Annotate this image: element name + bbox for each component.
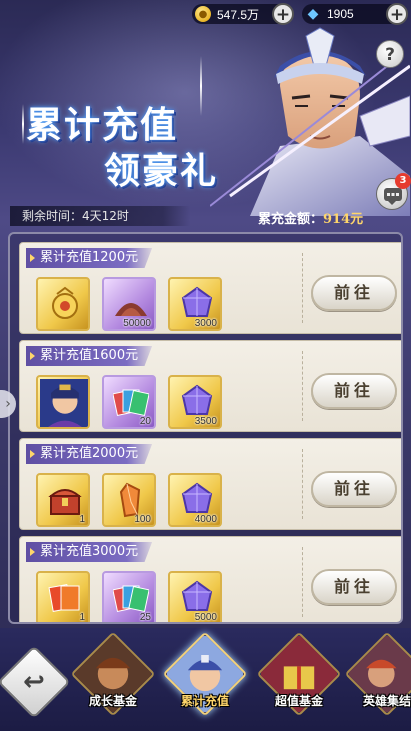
fire-cards-icon (48, 584, 80, 612)
diamond-icon: ◆ (307, 6, 319, 22)
gem-resource: ◆ 1905 + (302, 3, 408, 25)
goto-button[interactable]: 前往 (311, 373, 397, 409)
purple-crystal-icon (181, 286, 213, 317)
goto-button[interactable]: 前往 (311, 275, 397, 311)
reward-item[interactable]: 3000 (168, 277, 222, 331)
divider (302, 351, 303, 421)
gold-ornament-icon (52, 286, 78, 319)
reward-item[interactable]: 5000 (168, 571, 222, 623)
tab-growth-fund[interactable]: 成长基金 (70, 631, 156, 726)
reward-count: 100 (134, 514, 151, 525)
divider (302, 547, 303, 617)
treasure-chest-icon (48, 489, 82, 515)
reward-item[interactable]: 50000 (102, 277, 156, 331)
reward-item[interactable] (36, 375, 90, 429)
total-value: 914元 (323, 212, 364, 227)
tab-cumulative-recharge[interactable]: 累计充值 (162, 631, 248, 726)
reward-count: 50000 (123, 318, 151, 329)
reward-count: 1 (79, 514, 85, 525)
time-remaining: 剩余时间：4天12时 (10, 206, 190, 226)
reward-count: 3500 (194, 416, 217, 427)
reward-item[interactable]: 25 (102, 571, 156, 623)
divider (302, 253, 303, 323)
tab-hero-assemble[interactable]: 英雄集结 (344, 631, 411, 726)
top-bar: ● 547.5万 + ◆ 1905 + (0, 0, 411, 28)
goto-button[interactable]: 前往 (311, 471, 397, 507)
gold-value: 547.5万 (217, 7, 260, 22)
gold-resource: ● 547.5万 + (192, 3, 294, 25)
ore-pile-icon (115, 303, 147, 316)
hero-portrait-icon (40, 379, 88, 427)
event-title-line2: 领豪礼 (104, 150, 219, 192)
gem-value: 1905 (327, 7, 354, 21)
tier-label: 累计充值1600元 (26, 346, 153, 366)
reward-count: 4000 (194, 514, 217, 525)
help-button[interactable]: ? (376, 40, 404, 68)
reward-item[interactable]: 20 (102, 375, 156, 429)
hero-cards-icon (113, 585, 149, 613)
tab-label: 超值基金 (274, 694, 323, 708)
sparkle (200, 56, 202, 116)
reward-item[interactable]: 1 (36, 571, 90, 623)
chat-dots (387, 193, 399, 196)
reward-count: 3000 (194, 318, 217, 329)
purple-crystal-icon (181, 580, 213, 611)
reward-count: 5000 (194, 612, 217, 623)
reward-item[interactable]: 3500 (168, 375, 222, 429)
total-label: 累充金额： (258, 212, 324, 227)
purple-crystal-icon (181, 384, 213, 415)
tier-row: 累计充值1600元 20 3500 前往 (19, 340, 401, 432)
goto-button[interactable]: 前往 (311, 569, 397, 605)
reward-count: 1 (79, 612, 85, 623)
reward-count: 25 (139, 612, 151, 623)
event-title-line1: 累计充值 (26, 104, 179, 146)
tier-label: 累计充值2000元 (26, 444, 153, 464)
chat-badge: 3 (395, 173, 411, 189)
sparkle (22, 104, 24, 144)
add-gems-button[interactable]: + (386, 3, 408, 25)
add-gold-button[interactable]: + (272, 3, 294, 25)
tab-label: 英雄集结 (362, 694, 411, 708)
tier-row: 累计充值2000元 1 100 4000 前往 (19, 438, 401, 530)
gold-coin-icon: ● (195, 6, 211, 22)
divider (302, 449, 303, 519)
reward-tier-list[interactable]: 累计充值1200元 50000 3000 前往 累计充值1600元 20 350… (8, 232, 403, 624)
reward-item[interactable] (36, 277, 90, 331)
reward-item[interactable]: 4000 (168, 473, 222, 527)
tab-value-fund[interactable]: 超值基金 (256, 631, 342, 726)
chat-button[interactable]: 3 (376, 173, 411, 210)
tier-row: 累计充值3000元 1 25 5000 前往 (19, 536, 401, 623)
reward-count: 20 (139, 416, 151, 427)
hero-cards-icon (113, 389, 149, 417)
reward-item[interactable]: 1 (36, 473, 90, 527)
reward-item[interactable]: 100 (102, 473, 156, 527)
tier-label: 累计充值3000元 (26, 542, 153, 562)
tier-label: 累计充值1200元 (26, 248, 153, 268)
back-arrow-icon: ↩ (23, 667, 45, 697)
tab-label: 累计充值 (180, 694, 229, 708)
orange-crystal-icon (119, 482, 141, 518)
tab-label: 成长基金 (88, 694, 137, 708)
tier-row: 累计充值1200元 50000 3000 前往 (19, 242, 401, 334)
total-recharge: 累充金额：914元 (258, 208, 363, 227)
purple-crystal-icon (181, 482, 213, 513)
